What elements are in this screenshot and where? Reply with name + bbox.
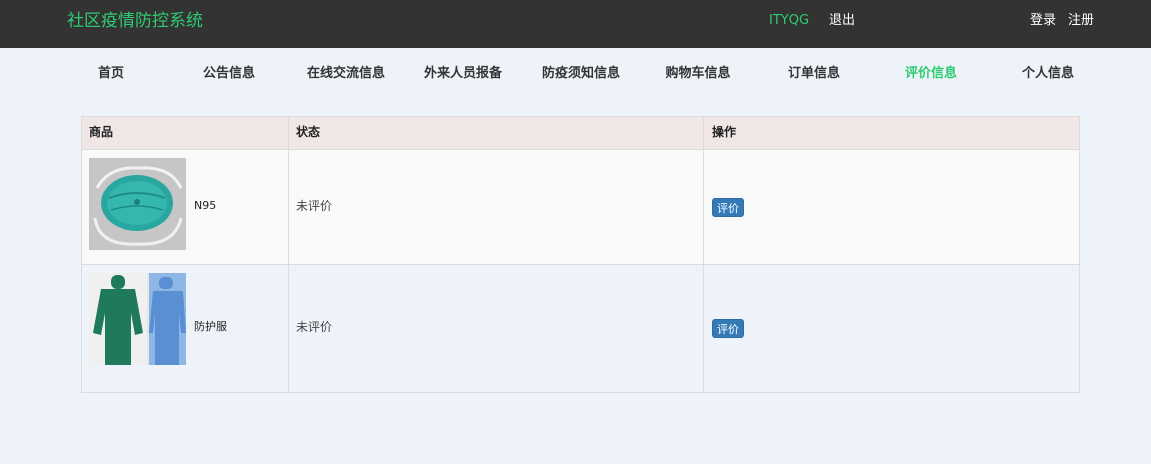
- nav-item-cart[interactable]: 购物车信息: [639, 63, 757, 85]
- nav-item-prevention-notice[interactable]: 防疫须知信息: [522, 63, 640, 85]
- nav-item-online-chat[interactable]: 在线交流信息: [287, 63, 405, 85]
- username-link[interactable]: ITYQG: [769, 12, 809, 30]
- table-row: N95 未评价 评价: [82, 150, 1079, 265]
- column-divider: [703, 117, 704, 392]
- review-status: 未评价: [296, 199, 333, 213]
- top-bar: 社区疫情防控系统 ITYQG 退出 登录 注册: [0, 0, 1151, 48]
- column-divider: [288, 117, 289, 392]
- table-header: 商品 状态 操作: [82, 117, 1079, 150]
- column-header-action: 操作: [712, 125, 737, 139]
- product-name[interactable]: N95: [194, 199, 216, 213]
- nav-item-orders[interactable]: 订单信息: [755, 63, 873, 85]
- n95-mask-image: [89, 158, 186, 250]
- review-button[interactable]: 评价: [712, 319, 744, 338]
- review-status: 未评价: [296, 320, 333, 334]
- column-header-product: 商品: [89, 125, 114, 139]
- logout-link[interactable]: 退出: [829, 12, 855, 30]
- nav-item-visitor-report[interactable]: 外来人员报备: [404, 63, 522, 85]
- main-nav: 首页 公告信息 在线交流信息 外来人员报备 防疫须知信息 购物车信息 订单信息 …: [52, 63, 1112, 85]
- review-button[interactable]: 评价: [712, 198, 744, 217]
- login-link[interactable]: 登录: [1030, 12, 1056, 30]
- nav-item-home[interactable]: 首页: [52, 63, 170, 85]
- site-title[interactable]: 社区疫情防控系统: [67, 10, 203, 32]
- protective-suit-image: [89, 273, 186, 365]
- product-name[interactable]: 防护服: [194, 320, 227, 334]
- column-header-status: 状态: [296, 125, 321, 139]
- table-row: 防护服 未评价 评价: [82, 265, 1079, 392]
- nav-item-announcements[interactable]: 公告信息: [170, 63, 288, 85]
- nav-item-reviews[interactable]: 评价信息: [872, 63, 990, 85]
- register-link[interactable]: 注册: [1068, 12, 1094, 30]
- review-table: 商品 状态 操作 N95 未评价 评价 防护服 未评价 评价: [81, 116, 1080, 393]
- nav-item-profile[interactable]: 个人信息: [989, 63, 1107, 85]
